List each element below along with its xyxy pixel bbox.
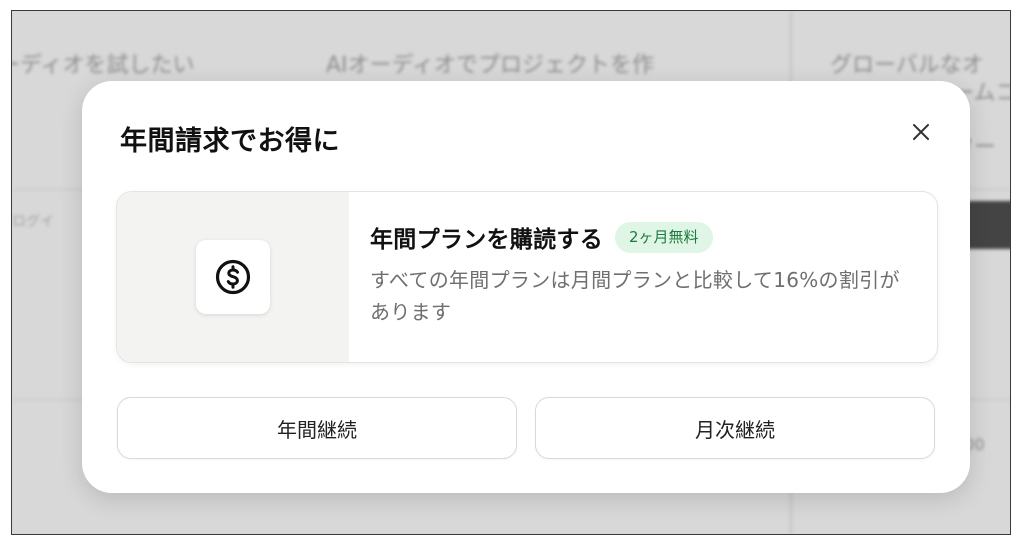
free-months-badge: 2ヶ月無料	[615, 221, 713, 253]
annual-billing-modal: 年間請求でお得に 年間プランを購読する 2ヶ月無料 すべての年間プランは月間プラ…	[82, 81, 970, 493]
continue-monthly-button[interactable]: 月次継続	[535, 397, 935, 459]
dollar-circle-icon	[215, 259, 251, 295]
offer-card: 年間プランを購読する 2ヶ月無料 すべての年間プランは月間プランと比較して16%…	[116, 191, 938, 363]
continue-annual-button[interactable]: 年間継続	[117, 397, 517, 459]
offer-title: 年間プランを購読する	[370, 227, 603, 253]
screen-frame: ーディオを試したい AIオーディオでプロジェクトを作 グローバルなオ ームコ タ…	[11, 10, 1011, 535]
close-button[interactable]	[904, 115, 938, 149]
modal-title: 年間請求でお得に	[120, 126, 340, 157]
offer-title-row: 年間プランを購読する 2ヶ月無料	[370, 220, 917, 254]
offer-icon-panel	[117, 192, 349, 362]
offer-description: すべての年間プランは月間プランと比較して16%の割引があります	[370, 268, 900, 324]
offer-icon-tile	[196, 240, 270, 314]
close-icon	[913, 124, 929, 140]
offer-content: 年間プランを購読する 2ヶ月無料 すべての年間プランは月間プランと比較して16%…	[370, 220, 917, 328]
